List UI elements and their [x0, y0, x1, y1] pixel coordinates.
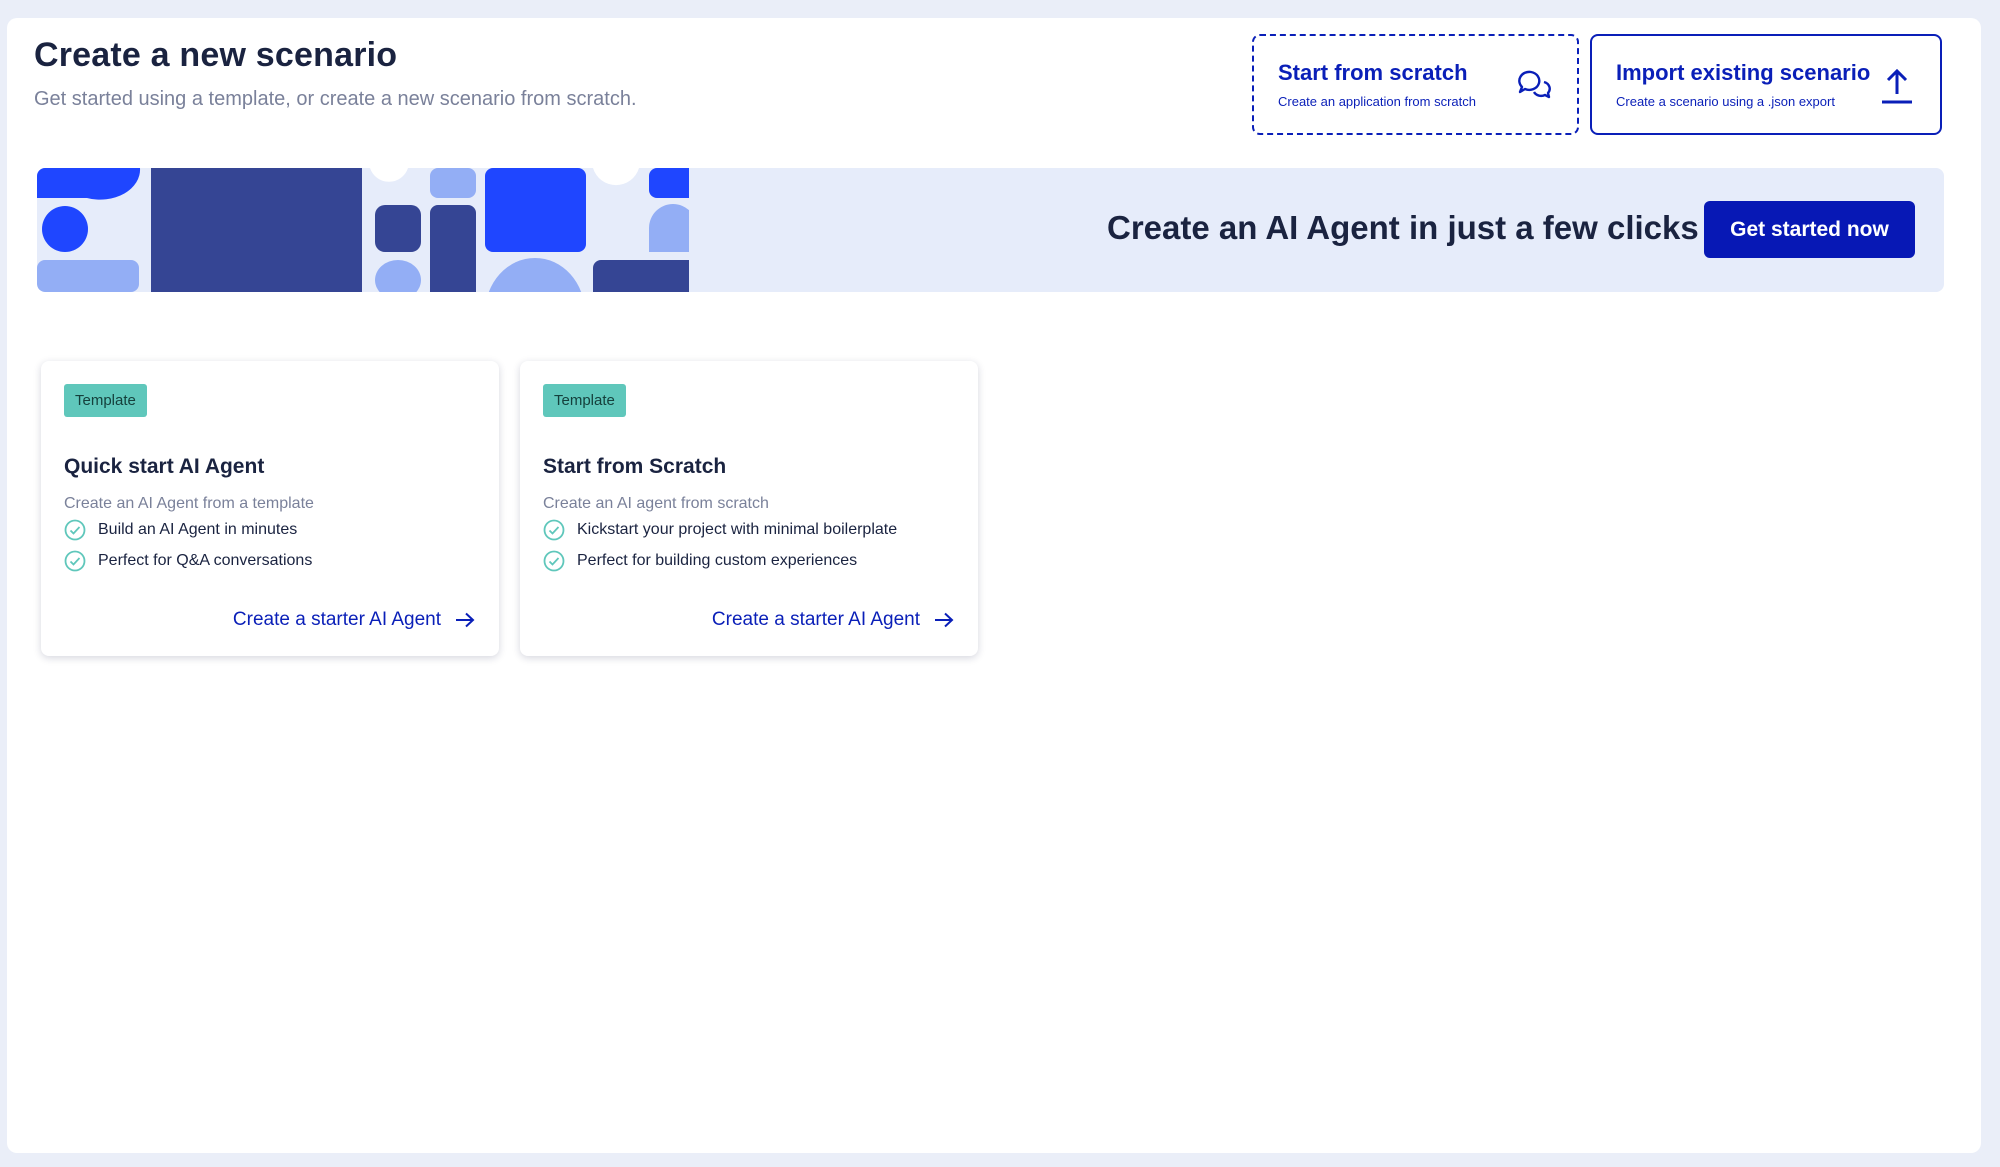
feature-item: Perfect for building custom experiences [543, 550, 857, 572]
card-title: Quick start AI Agent [64, 455, 265, 478]
banner-illustration [37, 168, 689, 292]
chat-bubbles-icon [1518, 70, 1551, 99]
card-link-label: Create a starter AI Agent [232, 609, 441, 630]
card-description: Create an AI agent from scratch [543, 495, 769, 512]
get-started-now-button[interactable]: Get started now [1704, 201, 1915, 258]
import-existing-scenario-button[interactable]: Import existing scenario Create a scenar… [1590, 34, 1942, 135]
template-badge: Template [543, 384, 626, 417]
feature-item: Perfect for Q&A conversations [64, 550, 312, 572]
template-card-start-from-scratch[interactable]: Template Start from Scratch Create an AI… [520, 361, 978, 656]
start-from-scratch-button[interactable]: Start from scratch Create an application… [1252, 34, 1579, 135]
import-scenario-title: Import existing scenario [1616, 60, 1871, 85]
template-badge: Template [64, 384, 147, 417]
check-circle-icon [543, 519, 565, 541]
check-circle-icon [64, 519, 86, 541]
feature-text: Build an AI Agent in minutes [98, 521, 298, 538]
import-scenario-subtitle: Create a scenario using a .json export [1616, 94, 1835, 109]
create-starter-agent-link[interactable]: Create a starter AI Agent [712, 609, 954, 631]
feature-text: Perfect for building custom experiences [577, 552, 858, 569]
page-subtitle: Get started using a template, or create … [34, 88, 637, 110]
feature-text: Kickstart your project with minimal boil… [577, 521, 898, 538]
start-from-scratch-subtitle: Create an application from scratch [1278, 94, 1476, 109]
feature-text: Perfect for Q&A conversations [98, 552, 313, 569]
arrow-right-icon [935, 612, 954, 628]
card-title: Start from Scratch [543, 455, 727, 478]
feature-item: Build an AI Agent in minutes [64, 519, 297, 541]
page-title: Create a new scenario [34, 36, 398, 74]
template-card-quick-start[interactable]: Template Quick start AI Agent Create an … [41, 361, 499, 656]
check-circle-icon [64, 550, 86, 572]
start-from-scratch-title: Start from scratch [1278, 60, 1468, 85]
ai-agent-banner: Create an AI Agent in just a few clicks … [37, 168, 1944, 292]
feature-item: Kickstart your project with minimal boil… [543, 519, 897, 541]
upload-icon [1882, 68, 1912, 104]
check-circle-icon [543, 550, 565, 572]
create-starter-agent-link[interactable]: Create a starter AI Agent [233, 609, 475, 631]
card-description: Create an AI Agent from a template [64, 495, 314, 512]
arrow-right-icon [456, 612, 475, 628]
banner-headline: Create an AI Agent in just a few clicks [1107, 209, 1699, 246]
card-link-label: Create a starter AI Agent [711, 609, 920, 630]
